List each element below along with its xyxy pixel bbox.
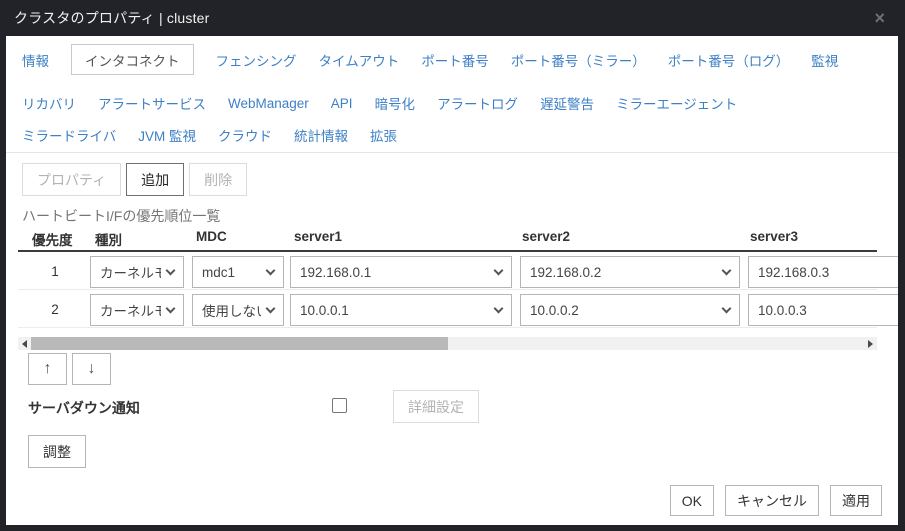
move-down-button[interactable]: ↓ <box>72 353 111 385</box>
server2-select[interactable]: 192.168.0.2 <box>520 256 740 288</box>
chevron-down-icon <box>166 265 176 275</box>
heartbeat-table-header: 優先度 種別 MDC server1 server2 server3 <box>6 229 898 249</box>
column-header-type: 種別 <box>95 229 122 249</box>
tab-monitor[interactable]: 監視 <box>811 50 838 70</box>
priority-value: 2 <box>40 302 70 317</box>
tab-jvm-monitor[interactable]: JVM 監視 <box>138 125 196 145</box>
tab-timeout[interactable]: タイムアウト <box>319 50 400 70</box>
chevron-down-icon <box>722 265 732 275</box>
dialog-footer: OK キャンセル 適用 <box>670 485 882 516</box>
move-up-button[interactable]: ↑ <box>28 353 67 385</box>
dialog-content: 情報 インタコネクト フェンシング タイムアウト ポート番号 ポート番号（ミラー… <box>6 36 898 525</box>
tab-fencing[interactable]: フェンシング <box>216 50 297 70</box>
type-select[interactable]: カーネルモ <box>90 256 184 288</box>
tab-strip-row3: ミラードライバ JVM 監視 クラウド 統計情報 拡張 <box>22 123 894 147</box>
tab-webmanager[interactable]: WebManager <box>228 96 309 111</box>
tab-strip-row1: 情報 インタコネクト フェンシング タイムアウト ポート番号 ポート番号（ミラー… <box>22 44 894 75</box>
tab-cloud[interactable]: クラウド <box>218 125 272 145</box>
priority-reorder-controls: ↑ ↓ <box>28 353 111 385</box>
apply-button[interactable]: 適用 <box>830 485 882 516</box>
tab-mirror-agent[interactable]: ミラーエージェント <box>616 93 737 113</box>
chevron-down-icon <box>266 303 276 313</box>
table-row: 1 カーネルモ mdc1 192.168.0.1 192.168.0.2 192… <box>6 256 898 288</box>
tab-port-number-log[interactable]: ポート番号（ログ） <box>668 50 790 70</box>
server-down-checkbox[interactable] <box>332 398 347 413</box>
chevron-down-icon <box>494 265 504 275</box>
table-row: 2 カーネルモ 使用しない 10.0.0.1 10.0.0.2 10.0.0.3 <box>6 294 898 326</box>
chevron-down-icon <box>266 265 276 275</box>
column-header-priority: 優先度 <box>32 229 73 249</box>
tab-info[interactable]: 情報 <box>22 50 49 70</box>
cancel-button[interactable]: キャンセル <box>725 485 819 516</box>
tab-api[interactable]: API <box>331 96 353 111</box>
server1-select[interactable]: 10.0.0.1 <box>290 294 512 326</box>
server3-select[interactable]: 10.0.0.3 <box>748 294 898 326</box>
tab-port-number[interactable]: ポート番号 <box>421 50 489 70</box>
tab-extension[interactable]: 拡張 <box>370 125 397 145</box>
priority-value: 1 <box>40 264 70 279</box>
tab-separator <box>6 152 898 153</box>
chevron-down-icon <box>722 303 732 313</box>
tab-encryption[interactable]: 暗号化 <box>375 93 416 113</box>
heartbeat-caption: ハートビートI/Fの優先順位一覧 <box>22 206 220 226</box>
column-header-mdc: MDC <box>196 229 227 244</box>
row-separator <box>18 289 877 290</box>
add-button[interactable]: 追加 <box>126 163 184 196</box>
scroll-right-icon[interactable] <box>864 337 877 350</box>
tab-statistics[interactable]: 統計情報 <box>294 125 348 145</box>
column-header-server3: server3 <box>750 229 798 244</box>
server2-select[interactable]: 10.0.0.2 <box>520 294 740 326</box>
chevron-down-icon <box>494 303 504 313</box>
header-underline <box>18 250 877 252</box>
dialog-title: クラスタのプロパティ | cluster <box>14 8 210 28</box>
tab-interconnect[interactable]: インタコネクト <box>71 44 194 75</box>
detail-settings-button: 詳細設定 <box>393 390 479 423</box>
mdc-select[interactable]: 使用しない <box>192 294 284 326</box>
horizontal-scrollbar[interactable] <box>18 337 877 350</box>
tab-alert-log[interactable]: アラートログ <box>437 93 518 113</box>
server1-select[interactable]: 192.168.0.1 <box>290 256 512 288</box>
column-header-server2: server2 <box>522 229 570 244</box>
cluster-properties-dialog: クラスタのプロパティ | cluster × 情報 インタコネクト フェンシング… <box>0 0 905 531</box>
mdc-select[interactable]: mdc1 <box>192 256 284 288</box>
heartbeat-toolbar: プロパティ 追加 削除 <box>22 163 247 196</box>
tab-mirror-driver[interactable]: ミラードライバ <box>22 125 116 145</box>
chevron-down-icon <box>166 303 176 313</box>
row-separator <box>18 327 877 328</box>
column-header-server1: server1 <box>294 229 342 244</box>
close-icon[interactable]: × <box>868 7 891 29</box>
tab-port-number-mirror[interactable]: ポート番号（ミラー） <box>511 50 646 70</box>
server3-select[interactable]: 192.168.0.3 <box>748 256 898 288</box>
type-select[interactable]: カーネルモ <box>90 294 184 326</box>
scroll-left-icon[interactable] <box>18 337 31 350</box>
tab-strip-row2: リカバリ アラートサービス WebManager API 暗号化 アラートログ … <box>22 91 894 115</box>
ok-button[interactable]: OK <box>670 485 714 516</box>
tab-delay-warning[interactable]: 遅延警告 <box>540 93 594 113</box>
tab-alert-service[interactable]: アラートサービス <box>98 93 206 113</box>
dialog-titlebar: クラスタのプロパティ | cluster × <box>0 0 905 36</box>
scrollbar-thumb[interactable] <box>31 337 448 350</box>
tab-recovery[interactable]: リカバリ <box>22 93 76 113</box>
tune-button[interactable]: 調整 <box>28 435 86 468</box>
server-down-label: サーバダウン通知 <box>28 398 140 418</box>
properties-button: プロパティ <box>22 163 121 196</box>
remove-button: 削除 <box>189 163 247 196</box>
